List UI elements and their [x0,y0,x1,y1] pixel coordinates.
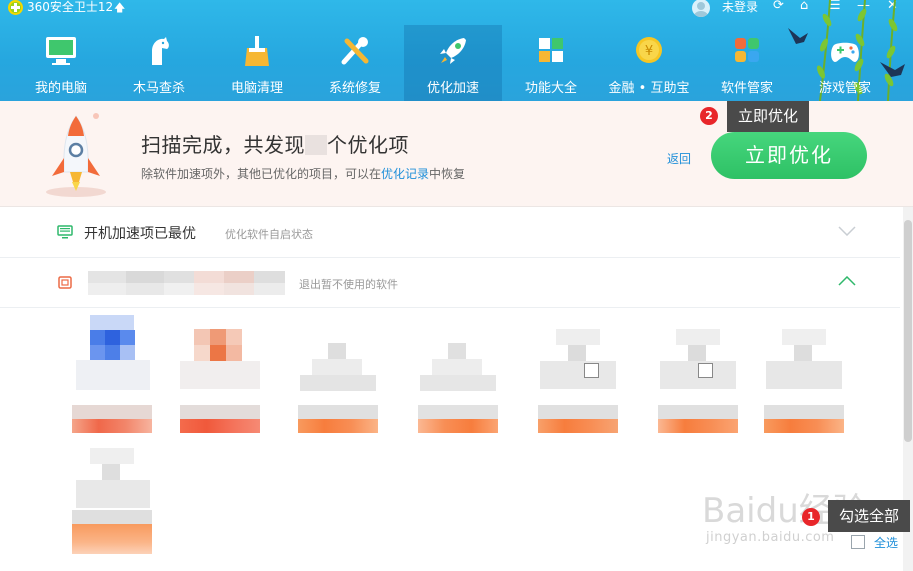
optimize-now-button[interactable]: 立即优化 [711,132,867,179]
app-icon [72,448,152,508]
login-status[interactable]: 未登录 [722,0,758,15]
app-status-blurred [538,419,618,433]
app-icon [72,315,152,395]
app-status-blurred [658,419,738,433]
monitor-icon [46,37,76,65]
app-title: 360安全卫士12 [27,0,114,14]
app-name-blurred [418,405,498,419]
section-desc: 优化软件自启状态 [225,228,313,241]
monitor-outline-icon [57,225,73,239]
section-background-apps[interactable]: 退出暂不使用的软件 [0,258,900,308]
section-title: 开机加速项已最优 [84,226,196,242]
select-all-label[interactable]: 全选 [874,534,898,551]
nav-speedup[interactable]: 优化加速 [404,25,502,101]
chevron-down-icon[interactable] [838,226,856,236]
rocket-illustration-icon [46,113,106,197]
app-item[interactable] [538,315,618,445]
app-item[interactable] [72,448,152,556]
nav-label: 软件管家 [720,81,773,96]
redacted-count [305,135,327,155]
banner-subtitle-suffix: 中恢复 [429,167,466,181]
app-status-blurred [764,419,844,433]
app-icon [658,315,738,395]
nav-trojan-scan[interactable]: 木马查杀 [110,25,208,101]
coin-icon: ¥ [636,37,662,63]
watermark-url: jingyan.baidu.com [706,530,835,545]
app-name-blurred [72,510,152,524]
app-icon [418,315,498,395]
wrench-icon [341,37,369,65]
banner-title: 扫描完成，共发现 个优化项 [141,129,409,158]
user-avatar-icon[interactable] [692,0,710,17]
scrollbar-thumb[interactable] [904,220,912,442]
banner-title-suffix: 个优化项 [327,133,409,157]
back-link[interactable]: 返回 [667,150,691,167]
nav-my-computer[interactable]: 我的电脑 [12,25,110,101]
app-status-blurred [418,419,498,433]
app-icon [764,315,844,395]
app-name-blurred [180,405,260,419]
nav-label: 功能大全 [524,81,577,96]
app-name-blurred [298,405,378,419]
section-desc: 退出暂不使用的软件 [299,278,398,291]
app-name-blurred [72,405,152,419]
select-all-checkbox[interactable] [851,535,865,549]
nav-label: 优化加速 [426,81,479,96]
nav-repair[interactable]: 系统修复 [306,25,404,101]
app-status-blurred [180,419,260,433]
memory-chip-icon [58,276,72,289]
app-icon [298,315,378,395]
app-item[interactable] [764,315,844,445]
pixelated-title [88,271,285,295]
rocket-icon [440,38,466,64]
app-item[interactable] [298,315,378,445]
section-startup[interactable]: 开机加速项已最优 优化软件自启状态 [0,208,900,258]
app-item[interactable] [418,315,498,445]
app-icon [538,315,618,395]
banner-subtitle-prefix: 除软件加速项外，其他已优化的项目，可以在 [141,167,382,181]
app-logo-icon [8,0,23,15]
app-status-blurred [72,524,152,554]
apps-icon [735,38,759,62]
annotation-badge-1: 1 [802,508,820,526]
nav-label: 我的电脑 [34,81,87,96]
nav-label: 电脑清理 [230,81,283,96]
grid-icon [539,38,563,62]
banner-subtitle: 除软件加速项外，其他已优化的项目，可以在优化记录中恢复 [141,165,465,182]
annotation-tooltip-optimize: 立即优化 [727,101,809,132]
top-header: 360安全卫士12 🡅 未登录 ⟳ ⌂ ☰ — ✕ 我的电脑 木马查杀 电脑清理… [0,0,913,101]
nav-label: 木马查杀 [132,81,185,96]
nav-finance[interactable]: ¥ 金融 • 互助宝 [600,25,698,101]
nav-games[interactable]: 游戏管家 [796,25,894,101]
nav-software[interactable]: 软件管家 [698,25,796,101]
app-name-blurred [538,405,618,419]
banner-title-prefix: 扫描完成，共发现 [141,133,305,157]
app-status-blurred [72,419,152,433]
app-name-blurred [764,405,844,419]
annotation-tooltip-select-all: 勾选全部 [828,500,910,532]
gamepad-icon [831,42,859,62]
app-status-blurred [298,419,378,433]
nav-label: 游戏管家 [818,81,871,96]
nav-clean[interactable]: 电脑清理 [208,25,306,101]
nav-features[interactable]: 功能大全 [502,25,600,101]
optimize-history-link[interactable]: 优化记录 [381,167,429,181]
app-item[interactable] [72,315,152,445]
app-item[interactable] [658,315,738,445]
app-icon [180,315,260,395]
annotation-badge-2: 2 [700,107,718,125]
nav-label: 系统修复 [328,81,381,96]
upgrade-arrow-icon[interactable]: 🡅 [114,0,125,15]
nav-label: 金融 • 互助宝 [608,81,690,96]
app-name-blurred [658,405,738,419]
app-item[interactable] [180,315,260,445]
horse-shield-icon [152,37,169,65]
broom-icon [245,36,269,66]
chevron-up-icon[interactable] [838,276,856,286]
svg-text:¥: ¥ [645,44,653,59]
